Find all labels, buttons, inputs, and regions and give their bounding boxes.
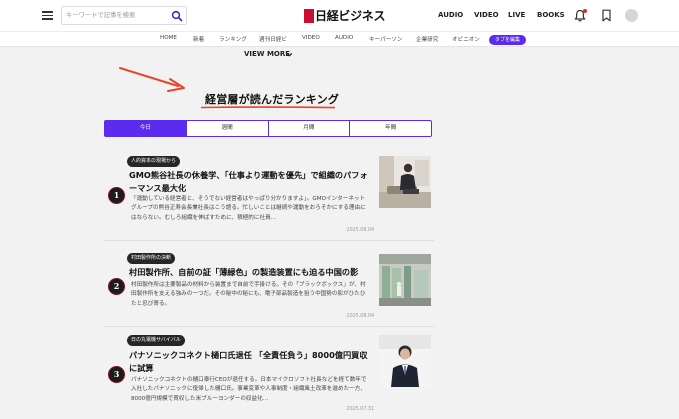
search-input[interactable] xyxy=(66,9,166,22)
rank-number: 1 xyxy=(108,187,125,204)
nav-books[interactable]: BOOKS xyxy=(537,11,565,19)
nav-live[interactable]: LIVE xyxy=(508,11,525,19)
article-title[interactable]: パナソニックコネクト樋口氏退任 「全責任負う」8000億円買収に試算 xyxy=(129,349,369,375)
article-date: 2025.08.04 xyxy=(346,314,374,319)
notification-dot xyxy=(583,9,587,13)
tab-today[interactable]: 今日 xyxy=(105,121,186,136)
category-opinion[interactable]: オピニオン xyxy=(452,35,480,43)
rank-number: 2 xyxy=(108,278,125,295)
search-icon[interactable] xyxy=(171,10,183,22)
series-badge[interactable]: 日の丸電機サバイバル xyxy=(127,335,185,346)
top-header: 日経ビジネス AUDIO VIDEO LIVE BOOKS xyxy=(0,0,679,31)
category-ranking[interactable]: ランキング xyxy=(219,35,247,43)
tab-yearly[interactable]: 年間 xyxy=(349,121,431,136)
article-title[interactable]: 村田製作所、自前の証「薄緑色」の製造装置にも迫る中国の影 xyxy=(129,266,369,279)
article-date: 2025.08.04 xyxy=(346,228,374,233)
site-logo[interactable]: 日経ビジネス xyxy=(304,7,386,24)
category-video[interactable]: VIDEO xyxy=(302,35,320,41)
tab-monthly[interactable]: 月間 xyxy=(267,121,350,136)
annotation-arrow xyxy=(119,67,185,92)
tab-weekly[interactable]: 週間 xyxy=(185,121,268,136)
logo-mark xyxy=(304,8,314,23)
nav-video[interactable]: VIDEO xyxy=(474,11,499,19)
avatar-icon[interactable] xyxy=(625,9,638,22)
bookmark-icon[interactable] xyxy=(601,9,612,22)
ranking-title: 経営層が読んだランキング xyxy=(205,93,340,106)
series-badge[interactable]: 村田製作所の決断 xyxy=(127,253,176,264)
article-excerpt: 村田製作所は主要製品の材料から装置まで自前で手掛ける。その「ブラックボックス」が… xyxy=(131,282,366,307)
edit-tabs-button[interactable]: タブを編集 xyxy=(489,34,526,45)
ranking-period-tabs: 今日 週間 月間 年間 xyxy=(104,120,432,137)
article-date: 2025.07.31 xyxy=(346,407,374,412)
category-home[interactable]: HOME xyxy=(160,35,177,41)
item-divider xyxy=(104,326,434,327)
article-thumbnail[interactable] xyxy=(379,254,431,306)
article-excerpt: パナソニックコネクトの樋口泰行CEOが退任する。日本マイクロソフト社長などを経て… xyxy=(131,377,367,402)
category-company-research[interactable]: 企業研究 xyxy=(416,35,438,43)
rank-number: 3 xyxy=(108,366,125,383)
item-divider xyxy=(104,240,434,241)
view-more-link[interactable]: VIEW MORE xyxy=(244,50,290,58)
article-title[interactable]: GMO熊谷社長の休養学、「仕事より運動を優先」で組織のパフォーマンス最大化 xyxy=(129,169,369,195)
menu-icon[interactable] xyxy=(42,11,53,20)
category-keyperson[interactable]: キーパーソン xyxy=(369,35,403,43)
category-new[interactable]: 新着 xyxy=(193,35,204,43)
nav-audio[interactable]: AUDIO xyxy=(438,11,463,19)
chevron-down-icon[interactable] xyxy=(286,51,293,58)
search-box xyxy=(61,6,187,25)
series-badge[interactable]: 人的資本の現場から xyxy=(127,156,181,167)
article-excerpt: 「運動している経営者と、そうでない経営者はやっぱり分かりますよ」。GMOインター… xyxy=(131,196,366,221)
category-nav: HOME 新着 ランキング 週刊日経ビ VIDEO AUDIO キーパーソン 企… xyxy=(0,31,679,47)
category-audio[interactable]: AUDIO xyxy=(335,35,353,41)
article-thumbnail[interactable] xyxy=(379,156,431,208)
logo-text: 日経ビジネス xyxy=(315,9,386,23)
title-underline xyxy=(200,106,336,109)
article-thumbnail[interactable] xyxy=(379,335,431,387)
category-weekly[interactable]: 週刊日経ビ xyxy=(259,35,287,43)
